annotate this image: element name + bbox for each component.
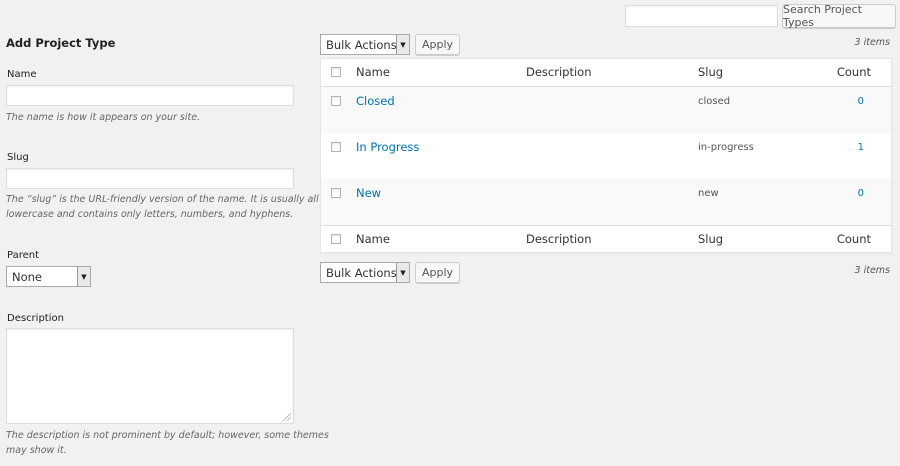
- items-count-bottom: 3 items: [854, 265, 890, 276]
- name-label: Name: [7, 69, 37, 80]
- row-checkbox[interactable]: [331, 142, 341, 152]
- description-help-text: The description is not prominent by defa…: [6, 428, 329, 458]
- term-count-link[interactable]: 1: [858, 142, 864, 153]
- column-footer-name[interactable]: Name: [356, 232, 390, 246]
- term-name-link[interactable]: Closed: [356, 94, 395, 108]
- items-count-top: 3 items: [854, 37, 890, 48]
- column-header-description: Description: [526, 65, 592, 79]
- table-row: Closed closed 0: [321, 87, 891, 133]
- apply-button-top[interactable]: Apply: [415, 34, 460, 55]
- table-row: In Progress in-progress 1: [321, 133, 891, 179]
- bulk-actions-select-bottom[interactable]: Bulk Actions ▼: [320, 262, 410, 283]
- slug-help-line-2: lowercase and contains only letters, num…: [6, 209, 294, 220]
- name-help-text: The name is how it appears on your site.: [6, 112, 201, 123]
- column-footer-slug[interactable]: Slug: [698, 232, 723, 246]
- slug-label: Slug: [7, 152, 29, 163]
- term-slug: closed: [698, 96, 731, 107]
- project-types-table: Name Description Slug Count Closed close…: [320, 58, 892, 253]
- search-project-types-button[interactable]: Search Project Types: [782, 3, 896, 29]
- table-row: New new 0: [321, 179, 891, 225]
- column-footer-description: Description: [526, 232, 592, 246]
- slug-help-text: The “slug” is the URL-friendly version o…: [6, 192, 319, 222]
- apply-button-bottom[interactable]: Apply: [415, 262, 460, 283]
- form-title: Add Project Type: [6, 36, 116, 50]
- description-label: Description: [7, 313, 64, 324]
- term-count-link[interactable]: 0: [858, 96, 864, 107]
- slug-help-line-1: The “slug” is the URL-friendly version o…: [6, 194, 319, 205]
- bulk-actions-value: Bulk Actions: [326, 265, 397, 280]
- bulk-actions-select-top[interactable]: Bulk Actions ▼: [320, 34, 410, 55]
- parent-label: Parent: [7, 250, 40, 261]
- name-input[interactable]: [6, 85, 294, 106]
- table-footer-row: Name Description Slug Count: [321, 225, 891, 253]
- term-name-link[interactable]: In Progress: [356, 140, 419, 154]
- term-count-link[interactable]: 0: [858, 188, 864, 199]
- column-footer-count[interactable]: Count: [837, 232, 871, 246]
- row-checkbox[interactable]: [331, 96, 341, 106]
- description-help-line-1: The description is not prominent by defa…: [6, 430, 329, 441]
- select-all-checkbox[interactable]: [331, 67, 341, 77]
- term-name-link[interactable]: New: [356, 186, 381, 200]
- description-textarea[interactable]: [6, 328, 294, 424]
- slug-input[interactable]: [6, 168, 294, 189]
- bulk-actions-value: Bulk Actions: [326, 37, 397, 52]
- row-checkbox[interactable]: [331, 188, 341, 198]
- description-help-line-2: may show it.: [6, 445, 67, 456]
- triangle-down-icon: ▼: [396, 263, 409, 282]
- select-all-checkbox-footer[interactable]: [331, 234, 341, 244]
- parent-select[interactable]: None ▼: [6, 266, 91, 287]
- column-header-count[interactable]: Count: [837, 65, 871, 79]
- term-slug: new: [698, 188, 719, 199]
- table-header-row: Name Description Slug Count: [321, 59, 891, 87]
- column-header-name[interactable]: Name: [356, 65, 390, 79]
- column-header-slug[interactable]: Slug: [698, 65, 723, 79]
- parent-select-value: None: [12, 269, 43, 284]
- search-input[interactable]: [625, 5, 778, 27]
- triangle-down-icon: ▼: [77, 267, 90, 286]
- resize-grip-icon[interactable]: [283, 413, 291, 421]
- term-slug: in-progress: [698, 142, 754, 153]
- triangle-down-icon: ▼: [396, 35, 409, 54]
